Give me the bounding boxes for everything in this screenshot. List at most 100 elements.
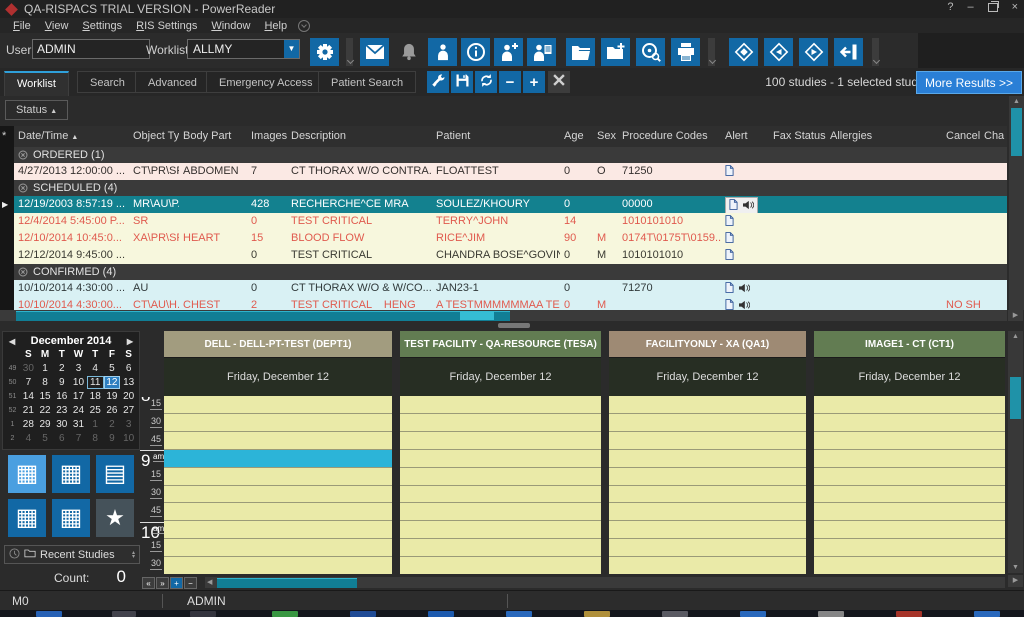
schedule-slot[interactable] <box>400 486 601 504</box>
patient-list-button[interactable] <box>527 38 556 66</box>
chevron-down-icon[interactable]: ▼ <box>284 40 299 58</box>
schedule-slot[interactable] <box>164 539 392 557</box>
calendar-day[interactable]: 2 <box>104 418 121 431</box>
schedule-horizontal-scrollbar[interactable]: ◀ <box>205 577 1005 588</box>
table-row[interactable]: 10/10/2014 4:30:00 ... AU 0 CT THORAX W/… <box>0 280 1007 297</box>
taskbar-icon[interactable] <box>896 611 922 617</box>
help-button[interactable]: ? <box>947 1 953 13</box>
schedule-slot[interactable] <box>164 521 392 539</box>
mail-button[interactable] <box>360 38 389 66</box>
calendar-day[interactable]: 8 <box>87 432 104 445</box>
spinner-buttons[interactable]: ▴▾ <box>132 551 135 559</box>
menu-settings[interactable]: Settings <box>75 20 129 32</box>
schedule-slot[interactable] <box>400 503 601 521</box>
calendar-day[interactable]: 3 <box>120 418 137 431</box>
collapse-groups-button[interactable]: − <box>499 71 521 93</box>
calendar-day[interactable]: 4 <box>87 362 104 375</box>
calendar-day[interactable]: 1 <box>37 362 54 375</box>
schedule-slot[interactable] <box>814 396 1005 414</box>
document-icon[interactable] <box>725 232 734 247</box>
table-row[interactable]: 12/4/2014 5:45:00 P... SR 0 TEST CRITICA… <box>0 213 1007 230</box>
close-button[interactable]: × <box>1012 1 1018 13</box>
col-header-patient[interactable]: Patient <box>432 126 560 147</box>
schedule-slot[interactable] <box>814 414 1005 432</box>
calendar-day[interactable]: 18 <box>87 390 104 403</box>
minimize-button[interactable]: – <box>967 1 973 13</box>
col-header-images[interactable]: Images <box>247 126 287 147</box>
taskbar-icon[interactable] <box>190 611 216 617</box>
resource-header[interactable]: DELL - DELL-PT-TEST (DEPT1) <box>164 331 392 357</box>
worklist-horizontal-scrollbar[interactable] <box>0 310 1007 321</box>
taskbar-icon[interactable] <box>662 611 688 617</box>
calendar-day[interactable]: 25 <box>87 404 104 417</box>
calendar-day[interactable]: 29 <box>37 418 54 431</box>
schedule-slot[interactable] <box>164 557 392 574</box>
splitter-handle[interactable] <box>498 323 530 328</box>
worklist-vertical-scrollbar[interactable]: ▲ <box>1009 96 1024 310</box>
schedule-slot[interactable] <box>609 557 806 574</box>
scroll-right-button[interactable]: ▶ <box>1008 575 1023 587</box>
calendar-day[interactable]: 9 <box>104 432 121 445</box>
schedule-slot[interactable] <box>814 450 1005 468</box>
calendar-day[interactable]: 9 <box>53 376 70 389</box>
zoom-in-button[interactable]: + <box>170 577 183 589</box>
calendar-day[interactable]: 14 <box>20 390 37 403</box>
scrollbar-thumb[interactable] <box>1010 377 1021 419</box>
document-icon[interactable] <box>725 215 734 230</box>
sign-out-study-button[interactable] <box>834 38 863 66</box>
schedule-slot[interactable] <box>609 468 806 486</box>
menu-ris-settings[interactable]: RIS Settings <box>129 20 204 32</box>
calendar-day[interactable]: 8 <box>37 376 54 389</box>
schedule-slot[interactable] <box>164 503 392 521</box>
expand-groups-button[interactable]: + <box>523 71 545 93</box>
first-page-button[interactable]: « <box>142 577 155 589</box>
resource-header[interactable]: TEST FACILITY - QA-RESOURCE (TESA) <box>400 331 601 357</box>
info-button[interactable] <box>461 38 490 66</box>
speaker-icon[interactable] <box>738 282 750 297</box>
open-folder-button[interactable] <box>566 38 595 66</box>
view-button[interactable]: ★ <box>96 499 134 537</box>
calendar-day[interactable]: 2 <box>5 432 20 445</box>
view-button[interactable]: ▦ <box>52 455 90 493</box>
table-row[interactable]: 4/27/2013 12:00:00 ... CT\PR\SR ABDOMEN … <box>0 163 1007 180</box>
calendar-day[interactable]: 6 <box>120 362 137 375</box>
calendar-day[interactable]: 7 <box>20 376 37 389</box>
calendar-day[interactable]: 22 <box>37 404 54 417</box>
col-header-description[interactable]: Description <box>287 126 432 147</box>
scrollbar-thumb[interactable] <box>217 578 357 588</box>
group-row-confirmed[interactable]: CONFIRMED (4) <box>0 264 1007 280</box>
calendar-month-title[interactable]: December 2014 <box>31 335 112 347</box>
menu-file[interactable]: File <box>6 20 38 32</box>
calendar-day[interactable]: 52 <box>5 404 20 417</box>
calendar-day[interactable]: 2 <box>53 362 70 375</box>
tab-patient-search[interactable]: Patient Search <box>318 71 416 93</box>
toolbar-grip[interactable] <box>872 38 879 66</box>
taskbar-icon[interactable] <box>974 611 1000 617</box>
start-reading-button[interactable] <box>764 38 793 66</box>
taskbar-icon[interactable] <box>740 611 766 617</box>
save-worklist-button[interactable] <box>451 71 473 93</box>
table-row[interactable]: 12/12/2014 9:45:00 ... 0 TEST CRITICAL C… <box>0 247 1007 264</box>
schedule-slot[interactable] <box>400 414 601 432</box>
col-header-body-part[interactable]: Body Part <box>179 126 247 147</box>
restore-button[interactable] <box>988 3 998 12</box>
schedule-slot[interactable] <box>164 432 392 450</box>
resource-header[interactable]: FACILITYONLY - XA (QA1) <box>609 331 806 357</box>
col-header-sex[interactable]: Sex <box>593 126 618 147</box>
schedule-slot[interactable] <box>164 396 392 414</box>
calendar-day[interactable]: 6 <box>53 432 70 445</box>
taskbar-icon[interactable] <box>272 611 298 617</box>
taskbar-icon[interactable] <box>36 611 62 617</box>
notifications-button[interactable] <box>394 38 423 66</box>
calendar-day[interactable]: 19 <box>104 390 121 403</box>
document-icon[interactable] <box>729 199 738 213</box>
view-button[interactable]: ▤ <box>96 455 134 493</box>
calendar-day[interactable]: 16 <box>53 390 70 403</box>
calendar-day[interactable]: 20 <box>120 390 137 403</box>
document-icon[interactable] <box>725 299 734 310</box>
view-button[interactable]: ▦ <box>8 499 46 537</box>
calendar-day[interactable]: 10 <box>120 432 137 445</box>
schedule-slot[interactable] <box>609 521 806 539</box>
calendar-day[interactable]: 51 <box>5 390 20 403</box>
calendar-day[interactable]: 28 <box>20 418 37 431</box>
